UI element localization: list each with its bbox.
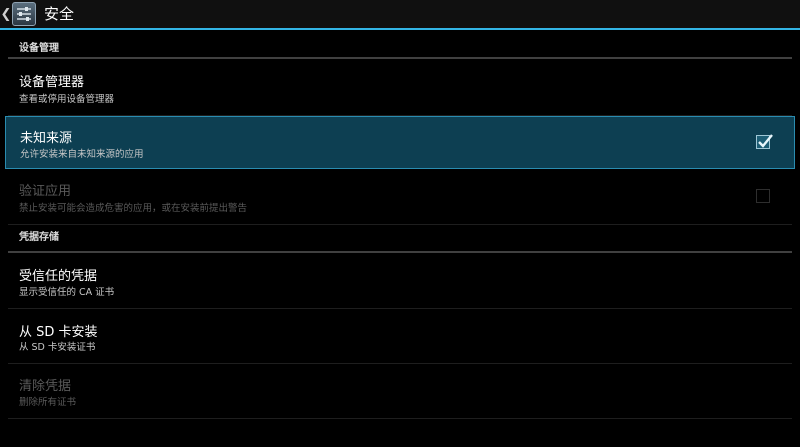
- verify-apps-checkbox[interactable]: [756, 189, 770, 203]
- page-title: 安全: [44, 5, 75, 23]
- category-label: 凭据存储: [19, 232, 59, 243]
- security-settings-screen: ❮ 安全 设备管理 设备管理器 查看或停用设备管理器 未知来源 允许安装来自未知…: [0, 0, 800, 447]
- action-bar: ❮ 安全: [0, 0, 800, 30]
- pref-summary: 禁止安装可能会造成危害的应用，或在安装前提出警告: [19, 203, 248, 214]
- pref-summary: 从 SD 卡安装证书: [19, 342, 96, 353]
- chevron-left-icon[interactable]: ❮: [1, 0, 12, 29]
- pref-clear-credentials[interactable]: 清除凭据 删除所有证书: [8, 364, 792, 419]
- checkmark-icon: [758, 134, 773, 148]
- unknown-sources-checkbox[interactable]: [756, 134, 773, 149]
- pref-device-managers[interactable]: 设备管理器 查看或停用设备管理器: [8, 59, 792, 116]
- pref-trusted-credentials[interactable]: 受信任的凭据 显示受信任的 CA 证书: [8, 253, 792, 309]
- pref-title: 设备管理器: [19, 75, 85, 90]
- category-label: 设备管理: [19, 43, 59, 54]
- category-header-credential-storage: 凭据存储: [8, 225, 792, 253]
- pref-install-from-sd[interactable]: 从 SD 卡安装 从 SD 卡安装证书: [8, 309, 792, 364]
- pref-title: 从 SD 卡安装: [19, 325, 98, 340]
- pref-title: 验证应用: [19, 184, 72, 199]
- pref-title: 受信任的凭据: [19, 269, 98, 284]
- pref-summary: 查看或停用设备管理器: [19, 94, 115, 105]
- pref-summary: 删除所有证书: [19, 397, 77, 408]
- pref-title: 清除凭据: [19, 379, 72, 394]
- settings-icon[interactable]: [12, 2, 36, 26]
- pref-title: 未知来源: [20, 131, 73, 146]
- pref-summary: 显示受信任的 CA 证书: [19, 287, 115, 298]
- category-header-device-admin: 设备管理: [8, 32, 792, 59]
- pref-summary: 允许安装来自未知来源的应用: [20, 149, 144, 160]
- settings-list: 设备管理 设备管理器 查看或停用设备管理器 未知来源 允许安装来自未知来源的应用…: [0, 32, 800, 419]
- pref-unknown-sources[interactable]: 未知来源 允许安装来自未知来源的应用: [5, 116, 795, 169]
- pref-verify-apps[interactable]: 验证应用 禁止安装可能会造成危害的应用，或在安装前提出警告: [8, 169, 792, 225]
